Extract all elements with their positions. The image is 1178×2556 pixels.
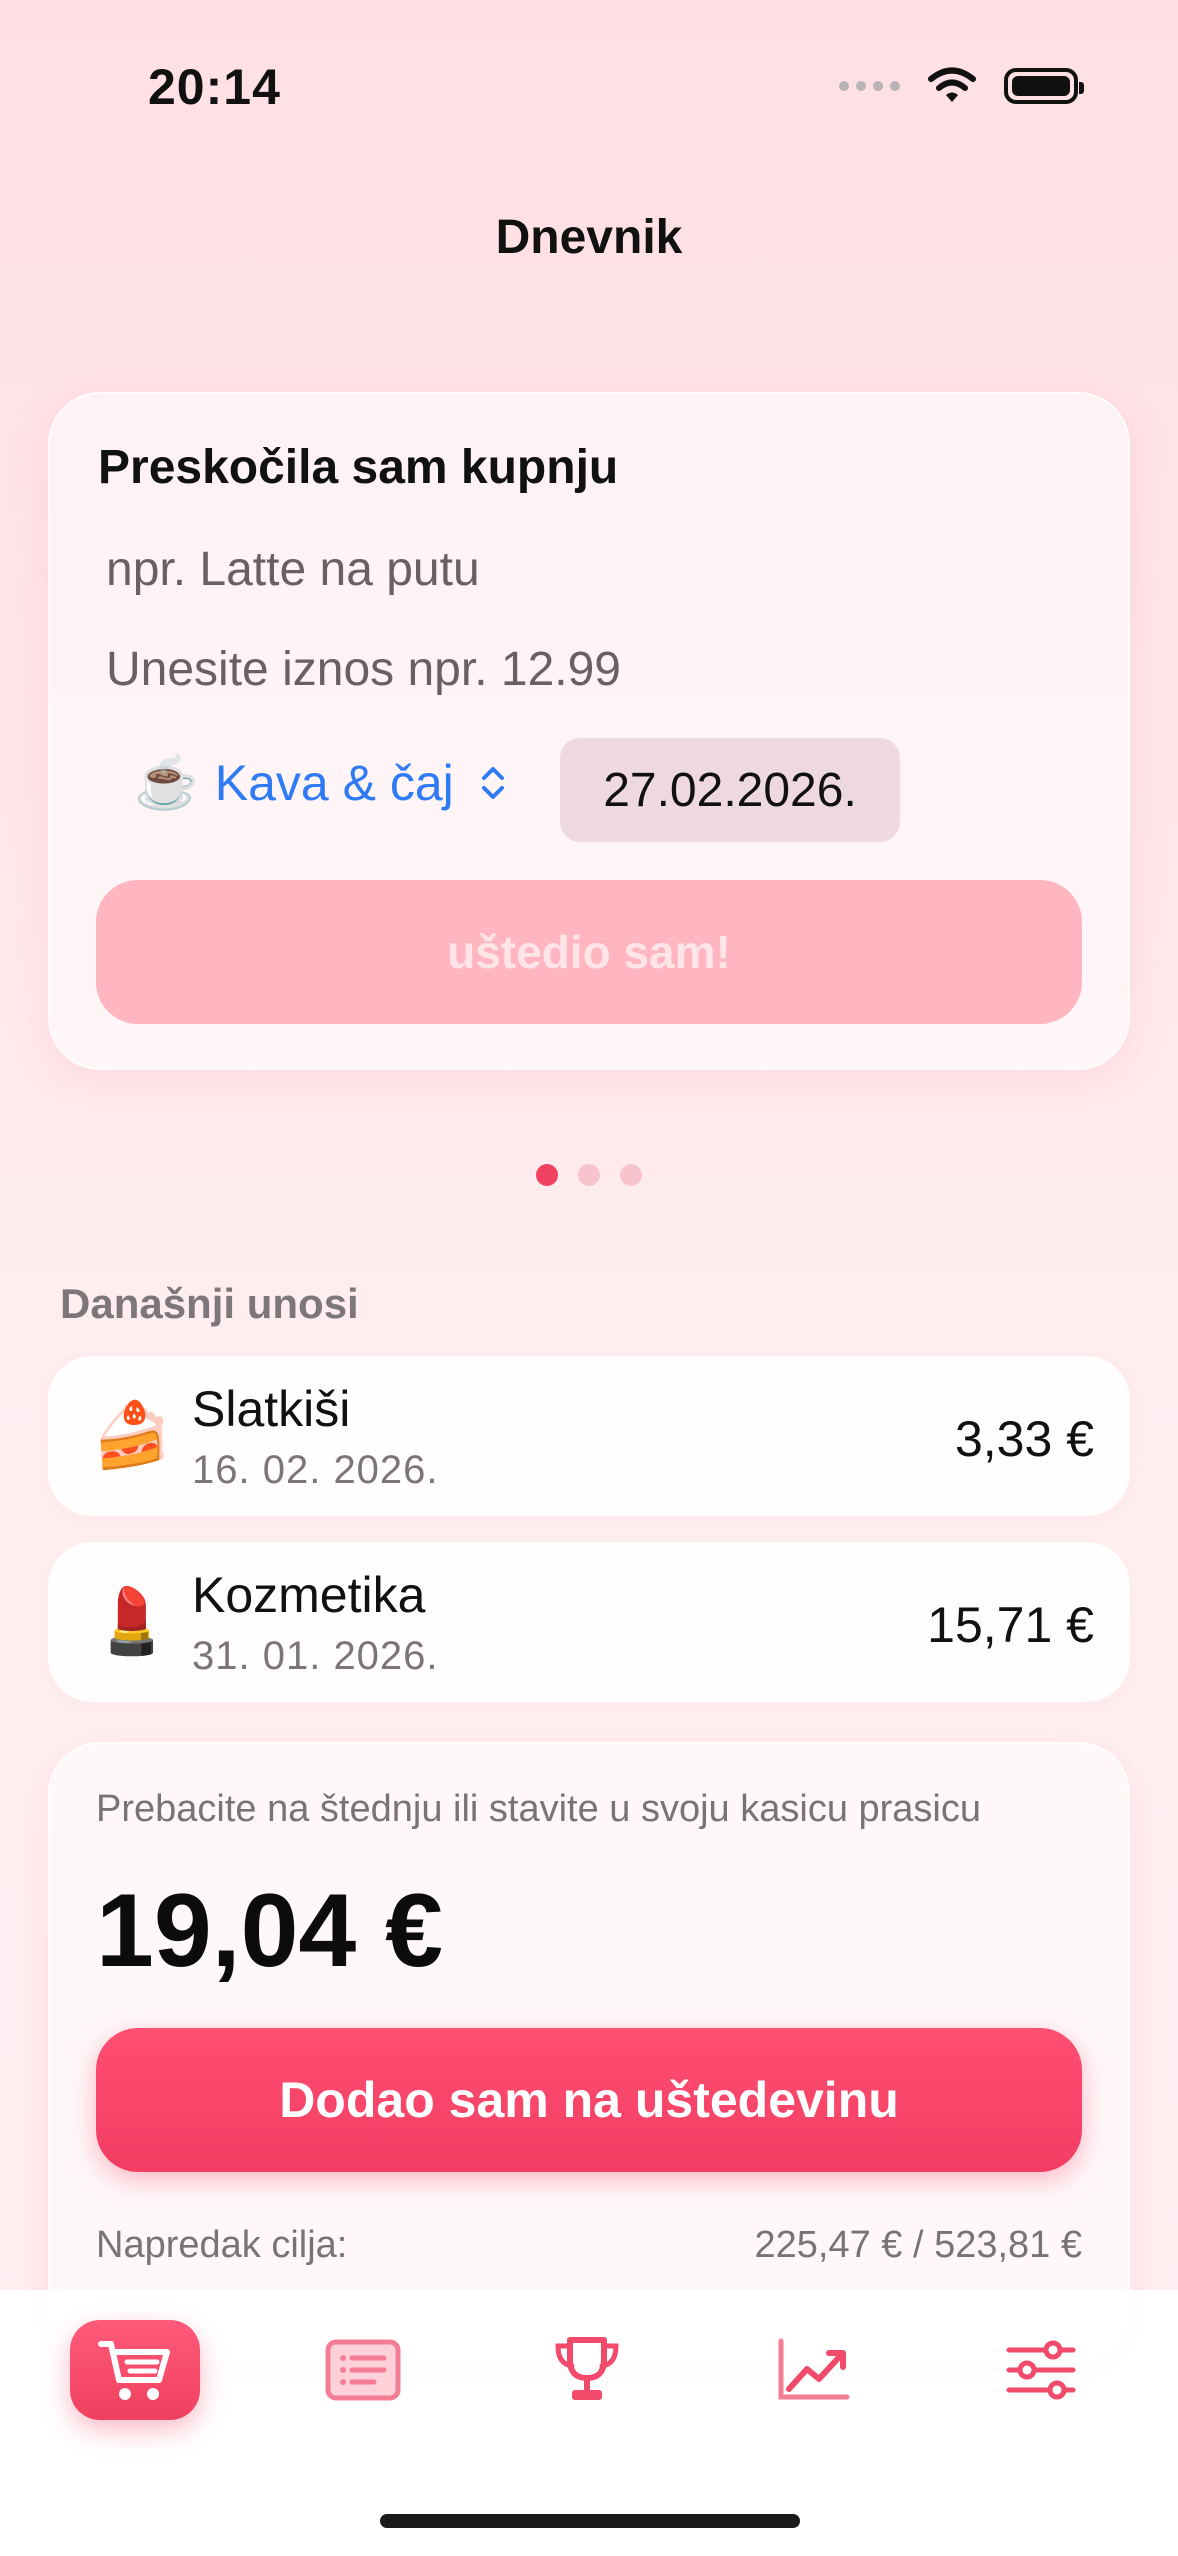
- entry-date: 31. 01. 2026.: [192, 1634, 439, 1678]
- section-label-todays-entries: Današnji unosi: [60, 1280, 359, 1327]
- sliders-icon: [1006, 2340, 1076, 2400]
- date-picker[interactable]: 27.02.2026.: [560, 738, 900, 842]
- status-time: 20:14: [148, 59, 281, 115]
- add-to-savings-button[interactable]: Dodao sam na uštedevinu: [96, 2028, 1082, 2172]
- coffee-icon: ☕️: [134, 754, 199, 812]
- savings-summary-card: Prebacite na štednju ili stavite u svoju…: [48, 1742, 1130, 2362]
- entry-date: 16. 02. 2026.: [192, 1448, 439, 1492]
- tab-cart[interactable]: [70, 2320, 200, 2420]
- page-dot-3[interactable]: [620, 1164, 642, 1186]
- category-label: Kava & čaj: [214, 754, 454, 811]
- list-item[interactable]: 💄 Kozmetika 31. 01. 2026. 15,71 €: [48, 1542, 1130, 1702]
- card-title: Preskočila sam kupnju: [98, 441, 619, 494]
- category-picker[interactable]: ☕️ Kava & čaj: [134, 752, 506, 813]
- home-indicator[interactable]: [380, 2514, 800, 2528]
- entry-amount: 3,33 €: [954, 1411, 1094, 1467]
- skip-purchase-card: Preskočila sam kupnju ☕️ Kava & čaj 27.0…: [48, 392, 1130, 1070]
- page-title: Dnevnik: [495, 211, 683, 264]
- chevron-up-down-icon: [480, 763, 506, 803]
- chart-icon: [778, 2338, 850, 2400]
- page-indicator[interactable]: [0, 1164, 1178, 1186]
- cake-icon: 🍰: [92, 1399, 172, 1471]
- goal-progress-label: Napredak cilja:: [96, 2224, 348, 2266]
- signal-icon: [839, 81, 900, 91]
- item-name-input[interactable]: [106, 542, 1006, 597]
- entry-name: Slatkiši: [192, 1381, 351, 1437]
- tab-settings[interactable]: [976, 2320, 1106, 2420]
- summary-hint: Prebacite na štednju ili stavite u svoju…: [96, 1788, 982, 1830]
- lipstick-icon: 💄: [92, 1585, 172, 1657]
- summary-total: 19,04 €: [96, 1873, 443, 1989]
- amount-input[interactable]: [106, 642, 1006, 697]
- list-icon: [325, 2339, 401, 2401]
- entry-amount: 15,71 €: [927, 1597, 1094, 1653]
- wifi-icon: [928, 67, 976, 102]
- tab-stats[interactable]: [748, 2320, 878, 2420]
- tab-trophy[interactable]: [522, 2320, 652, 2420]
- page-dot-1[interactable]: [536, 1164, 558, 1186]
- tab-list[interactable]: [298, 2320, 428, 2420]
- page-dot-2[interactable]: [578, 1164, 600, 1186]
- battery-icon: [1004, 68, 1084, 104]
- trophy-icon: [555, 2337, 619, 2400]
- cart-icon: [98, 2341, 170, 2400]
- goal-progress-value: 225,47 € / 523,81 €: [754, 2224, 1082, 2266]
- list-item[interactable]: 🍰 Slatkiši 16. 02. 2026. 3,33 €: [48, 1356, 1130, 1516]
- saved-button[interactable]: uštedio sam!: [96, 880, 1082, 1024]
- status-icons: [839, 66, 1084, 106]
- entry-name: Kozmetika: [192, 1567, 426, 1623]
